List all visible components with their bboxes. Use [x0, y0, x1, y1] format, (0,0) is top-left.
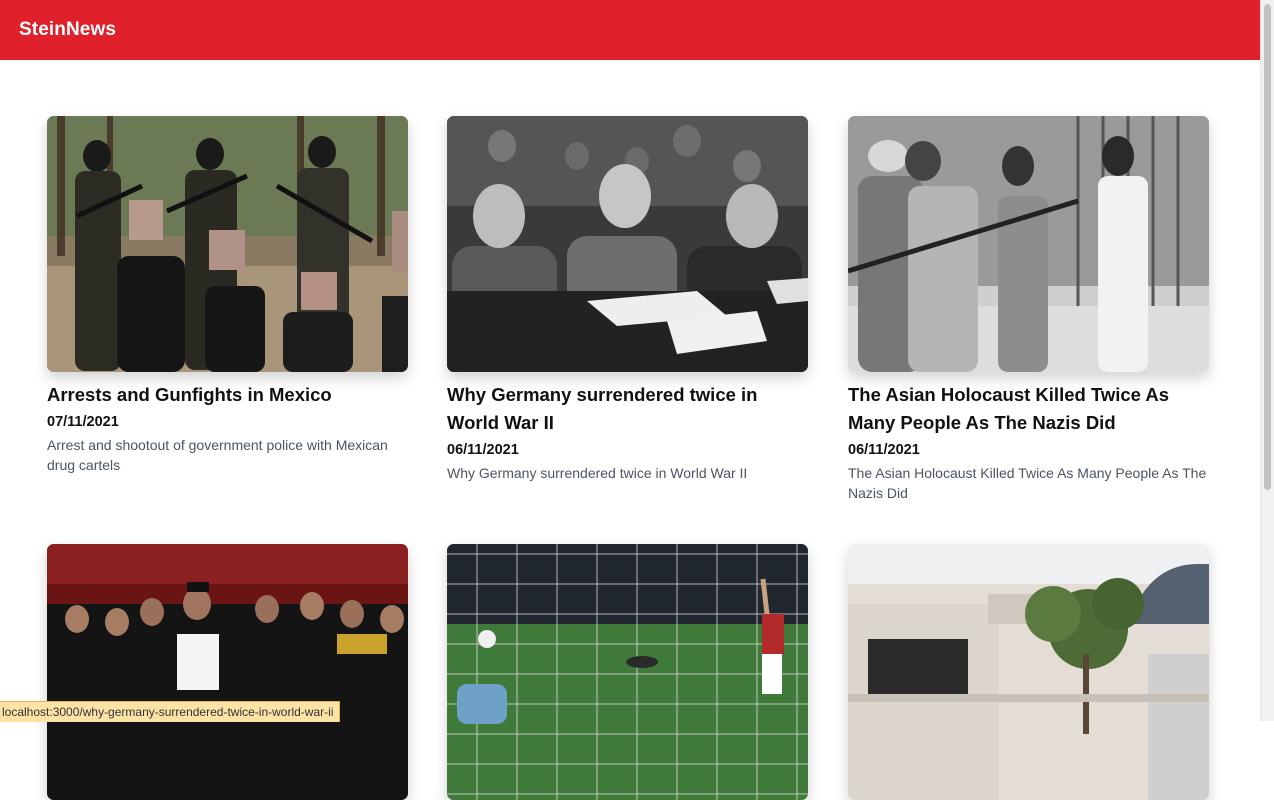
photo-armed-men-arrest: [47, 116, 408, 372]
article-title[interactable]: Why Germany surrendered twice in World W…: [447, 381, 808, 437]
article-image-5[interactable]: [447, 544, 808, 800]
photo-football-goal: [447, 544, 808, 800]
article-title[interactable]: Arrests and Gunfights in Mexico: [47, 381, 408, 409]
vertical-scrollbar-thumb[interactable]: [1264, 4, 1271, 490]
article-title[interactable]: The Asian Holocaust Killed Twice As Many…: [848, 381, 1209, 437]
article-date: 06/11/2021: [447, 442, 519, 458]
article-card-6[interactable]: [848, 544, 1209, 800]
article-image-1[interactable]: [47, 116, 408, 372]
brand-logo-link[interactable]: SteinNews: [19, 19, 116, 41]
link-preview-status-url: localhost:3000/why-germany-surrendered-t…: [0, 701, 341, 722]
article-image-2[interactable]: [447, 116, 808, 372]
article-image-4[interactable]: [47, 544, 408, 800]
article-date: 06/11/2021: [848, 442, 920, 458]
photo-surrender-signing: [447, 116, 808, 372]
article-date: 07/11/2021: [47, 414, 119, 430]
article-card-5[interactable]: [447, 544, 808, 800]
article-image-3[interactable]: [848, 116, 1209, 372]
article-card-2[interactable]: Why Germany surrendered twice in World W…: [447, 116, 808, 483]
article-description: Arrest and shootout of government police…: [47, 437, 388, 473]
article-description: The Asian Holocaust Killed Twice As Many…: [848, 465, 1207, 501]
photo-official-speech: [47, 544, 408, 800]
photo-white-house-tree: [848, 544, 1209, 800]
article-image-6[interactable]: [848, 544, 1209, 800]
photo-soldiers-bayonet: [848, 116, 1209, 372]
article-card-4[interactable]: [47, 544, 408, 800]
article-card-1[interactable]: Arrests and Gunfights in Mexico 07/11/20…: [47, 116, 408, 475]
top-navbar: SteinNews: [0, 0, 1260, 60]
article-description: Why Germany surrendered twice in World W…: [447, 465, 748, 481]
article-card-3[interactable]: The Asian Holocaust Killed Twice As Many…: [848, 116, 1209, 503]
